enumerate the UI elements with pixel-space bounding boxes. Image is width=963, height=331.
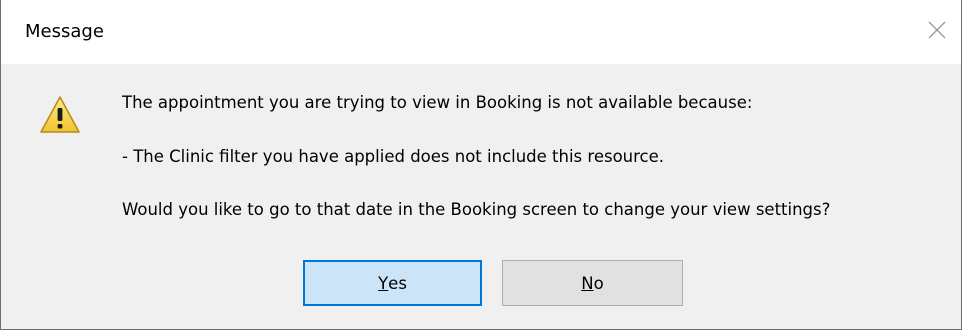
- close-icon: [928, 21, 946, 39]
- title-bar: Message: [1, 0, 961, 64]
- yes-button-label: es: [388, 273, 407, 293]
- no-button-label: o: [593, 273, 604, 293]
- window-title: Message: [25, 21, 104, 42]
- message-line-2: - The Clinic filter you have applied doe…: [122, 147, 665, 166]
- message-line-1: The appointment you are trying to view i…: [122, 93, 753, 112]
- no-button[interactable]: No: [502, 260, 683, 306]
- yes-button-mnemonic: Y: [378, 273, 389, 293]
- warning-icon: [40, 96, 80, 133]
- dialog-body: The appointment you are trying to view i…: [1, 64, 961, 329]
- no-button-mnemonic: N: [581, 273, 594, 293]
- close-button[interactable]: [915, 10, 959, 50]
- message-line-3: Would you like to go to that date in the…: [122, 200, 831, 219]
- yes-button[interactable]: Yes: [303, 260, 482, 306]
- message-dialog: Message The appointment you are trying t…: [0, 0, 962, 330]
